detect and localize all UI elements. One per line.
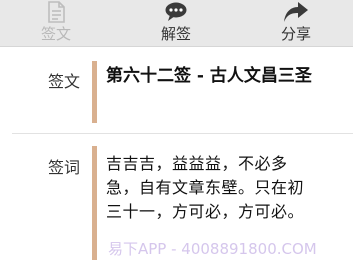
tab-qianwen[interactable]: 签文: [11, 0, 101, 46]
poem-row-label: 签词: [47, 158, 80, 177]
row-divider: [12, 133, 353, 134]
title-accent-bar: [92, 61, 97, 123]
tab-jieqian-label: 解签: [160, 25, 191, 43]
top-toolbar: 签文 解签 分享: [0, 0, 353, 47]
tab-share[interactable]: 分享: [251, 0, 341, 46]
tab-qianwen-label: 签文: [40, 25, 71, 43]
watermark-text: 易下APP - 4008891800.COM: [108, 240, 317, 258]
chat-bubble-icon: [164, 1, 188, 23]
qian-poem: 吉吉吉，益益益，不必多急，自有文章东壁。只在初三十一，方可必，方可必。: [106, 154, 305, 221]
tab-jieqian[interactable]: 解签: [131, 0, 221, 46]
qian-title: 第六十二签 - 古人文昌三圣: [106, 66, 312, 86]
tab-share-label: 分享: [280, 25, 311, 43]
title-row-label: 签文: [47, 72, 80, 91]
poem-accent-bar: [92, 146, 97, 260]
share-arrow-icon: [283, 1, 309, 23]
document-icon: [46, 1, 66, 23]
